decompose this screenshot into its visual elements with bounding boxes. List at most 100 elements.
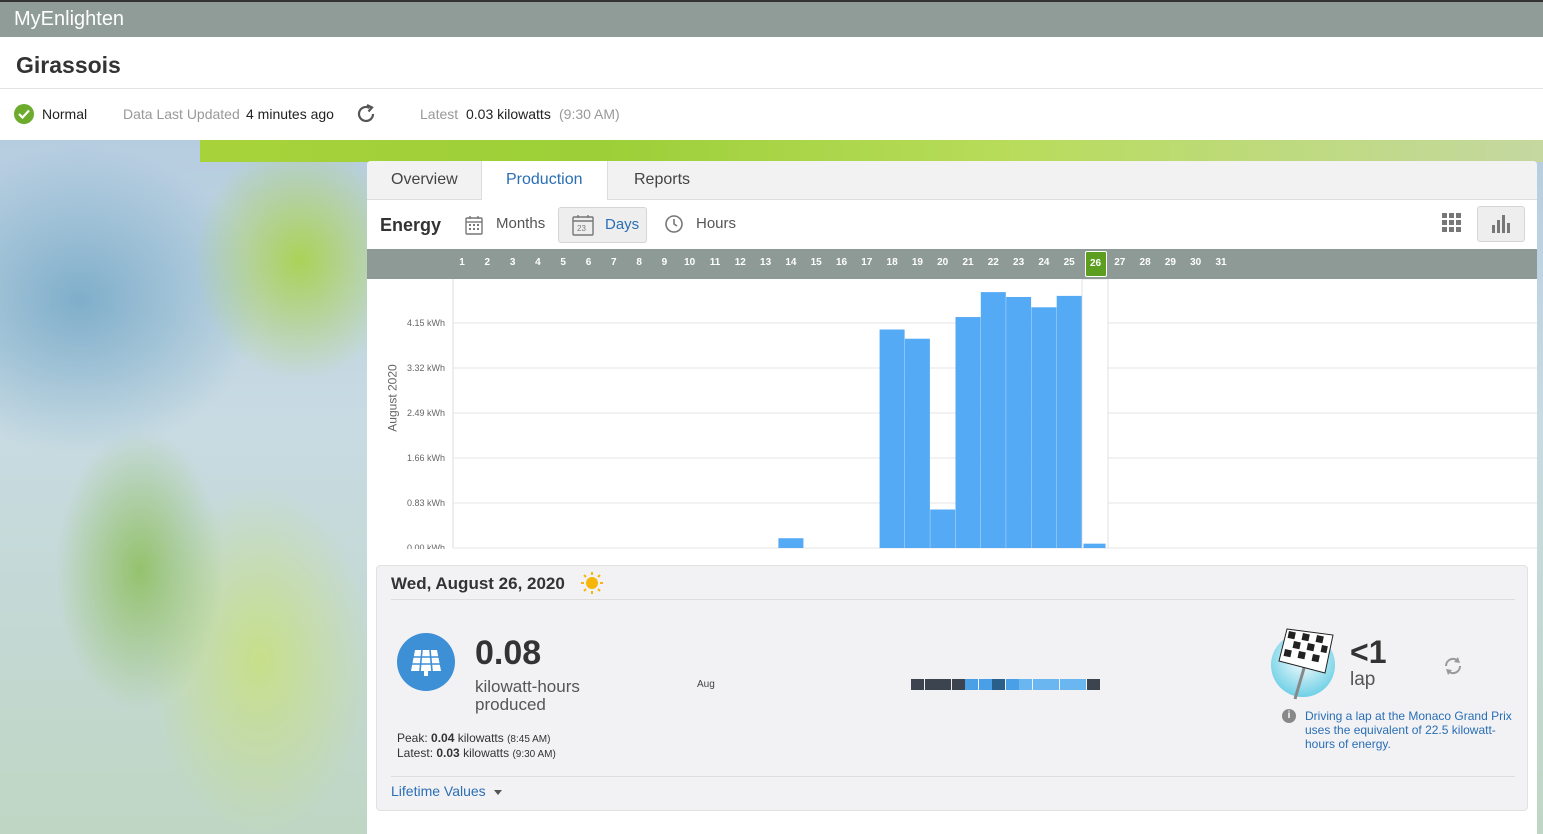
- day-31[interactable]: 31: [1211, 257, 1231, 268]
- day-10[interactable]: 10: [680, 257, 700, 268]
- solar-panel-icon: [397, 633, 455, 691]
- latest-value: 0.03: [436, 746, 460, 760]
- latest-label: Latest:: [397, 746, 434, 760]
- day-1[interactable]: 1: [452, 257, 472, 268]
- latest-label: Latest: [420, 106, 459, 122]
- y-tick-label: 1.66 kWh: [407, 453, 445, 463]
- peak-value: 0.04: [431, 731, 455, 745]
- bar-day-20: [930, 509, 956, 548]
- day-17[interactable]: 17: [857, 257, 877, 268]
- peak-label: Peak:: [397, 731, 428, 745]
- tab-overview[interactable]: Overview: [379, 161, 470, 199]
- day-23[interactable]: 23: [1009, 257, 1029, 268]
- day-4[interactable]: 4: [528, 257, 548, 268]
- energy-chart: August 2020 0.00 kWh 0.83 kWh 1.66 kWh 2.49…: [367, 278, 1537, 553]
- y-tick-label: 3.32 kWh: [407, 363, 445, 373]
- chart-view-icon[interactable]: [1477, 206, 1525, 242]
- tab-production[interactable]: Production: [481, 161, 608, 200]
- heatmap-cell: [951, 679, 965, 690]
- bar-day-22: [980, 292, 1006, 548]
- tab-bar: Overview Production Reports: [367, 161, 1537, 200]
- chart-y-label: August 2020: [385, 364, 400, 432]
- heatmap-cell: [1032, 679, 1046, 690]
- refresh-icon[interactable]: [354, 102, 378, 129]
- months-label: Months: [496, 215, 546, 232]
- bar-day-23: [1006, 296, 1032, 548]
- lap-value: <1: [1350, 634, 1387, 670]
- produced-unit: kilowatt-hours produced: [475, 677, 580, 714]
- bar-day-26: [1083, 543, 1106, 548]
- peak-line: Peak: 0.04 kilowatts (8:45 AM): [397, 731, 550, 745]
- day-20[interactable]: 20: [933, 257, 953, 268]
- heatmap-cell: [992, 679, 1005, 690]
- divider: [391, 599, 1515, 600]
- detail-date: Wed, August 26, 2020: [391, 574, 565, 593]
- day-3[interactable]: 3: [503, 257, 523, 268]
- y-tick-label: 0.00 kWh: [407, 543, 445, 549]
- day-27[interactable]: 27: [1110, 257, 1130, 268]
- day-11[interactable]: 11: [705, 257, 725, 268]
- bar-day-19: [904, 338, 930, 548]
- month-label: Aug: [697, 679, 715, 690]
- day-selector: 1 2 3 4 5 6 7 8 9 10 11 12 13 14 15 16 17 18 19 20 21 22 23 24 2…: [367, 249, 1537, 279]
- heatmap-cell: [911, 679, 924, 690]
- latest-time: (9:30 AM): [512, 749, 556, 760]
- bar-day-14: [778, 538, 804, 548]
- clock-icon: [665, 215, 683, 233]
- divider: [391, 776, 1515, 777]
- day-25[interactable]: 25: [1059, 257, 1079, 268]
- peak-time: (8:45 AM): [507, 734, 551, 745]
- day-6[interactable]: 6: [579, 257, 599, 268]
- calendar-day-number: 23: [577, 224, 586, 233]
- top-bar: MyEnlighten: [0, 0, 1543, 37]
- day-2[interactable]: 2: [477, 257, 497, 268]
- day-18[interactable]: 18: [882, 257, 902, 268]
- day-5[interactable]: 5: [553, 257, 573, 268]
- day-8[interactable]: 8: [629, 257, 649, 268]
- calendar-grid-icon: [465, 216, 483, 235]
- bar-day-18: [879, 329, 905, 548]
- heatmap-cell: [1059, 679, 1073, 690]
- energy-toolbar: Energy Months 23 Days Hours: [367, 200, 1537, 250]
- bar-day-21: [955, 317, 981, 548]
- day-16[interactable]: 16: [832, 257, 852, 268]
- bar-day-25: [1056, 295, 1082, 548]
- day-21[interactable]: 21: [958, 257, 978, 268]
- divider: [0, 88, 1543, 89]
- day-26[interactable]: 26: [1084, 251, 1107, 277]
- grid-view-icon[interactable]: [1441, 212, 1463, 234]
- day-19[interactable]: 19: [907, 257, 927, 268]
- day-15[interactable]: 15: [806, 257, 826, 268]
- day-30[interactable]: 30: [1186, 257, 1206, 268]
- day-13[interactable]: 13: [756, 257, 776, 268]
- days-button[interactable]: 23 Days: [558, 207, 647, 243]
- tab-reports[interactable]: Reports: [622, 161, 702, 199]
- energy-label: Energy: [380, 215, 442, 235]
- lifetime-values-toggle[interactable]: Lifetime Values: [391, 783, 502, 799]
- selected-day-highlight: [1081, 278, 1109, 549]
- day-detail-card: Wed, August 26, 2020 0.08 kilowatt-hours…: [376, 565, 1528, 811]
- day-22[interactable]: 22: [983, 257, 1003, 268]
- day-12[interactable]: 12: [730, 257, 750, 268]
- day-7[interactable]: 7: [604, 257, 624, 268]
- latest-line: Latest: 0.03 kilowatts (9:30 AM): [397, 746, 556, 760]
- cycle-icon[interactable]: [1441, 654, 1465, 683]
- y-tick-label: 4.15 kWh: [407, 318, 445, 328]
- heatmap-cell: [965, 679, 978, 690]
- bar-day-24: [1031, 307, 1057, 548]
- y-tick-label: 0.83 kWh: [407, 498, 445, 508]
- chart-svg: 0.00 kWh 0.83 kWh 1.66 kWh 2.49 kWh 3.32 kWh…: [407, 278, 1537, 553]
- day-29[interactable]: 29: [1160, 257, 1180, 268]
- day-9[interactable]: 9: [654, 257, 674, 268]
- data-updated-value: 4 minutes ago: [246, 106, 334, 122]
- day-28[interactable]: 28: [1135, 257, 1155, 268]
- lap-unit: lap: [1350, 669, 1376, 690]
- brand-logo[interactable]: MyEnlighten: [14, 8, 124, 31]
- day-24[interactable]: 24: [1034, 257, 1054, 268]
- checkered-flag-icon: [1269, 621, 1339, 701]
- heatmap-cell: [924, 679, 938, 690]
- heatmap-cell: [1019, 679, 1032, 690]
- heatmap-cell: [938, 679, 951, 690]
- caret-down-icon: [493, 789, 502, 795]
- day-14[interactable]: 14: [781, 257, 801, 268]
